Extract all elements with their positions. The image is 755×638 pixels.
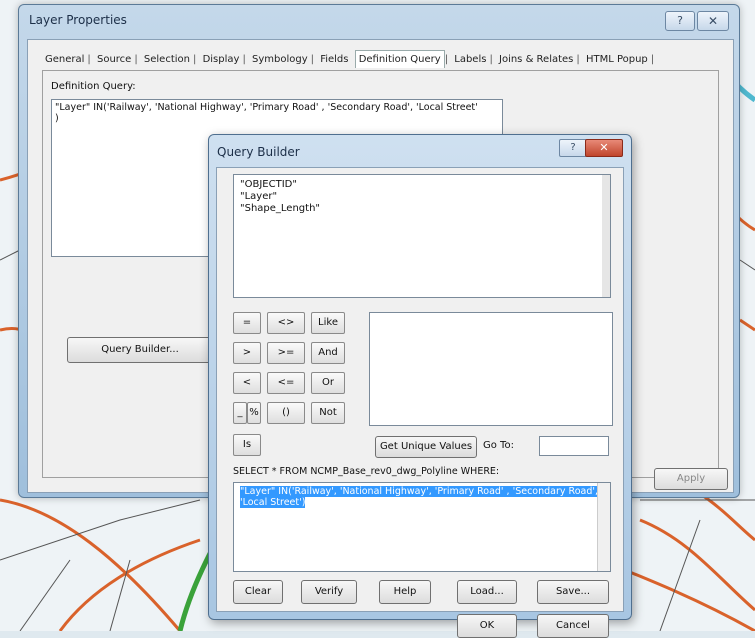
definition-query-label: Definition Query: [51,81,136,92]
operator-greater-button[interactable]: > [233,342,261,364]
definition-query-line-1: "Layer" IN('Railway', 'National Highway'… [55,102,478,113]
tab-definition-query[interactable]: Definition Query [354,50,445,68]
fields-list[interactable]: "OBJECTID" "Layer" "Shape_Length" [233,174,611,298]
query-builder-dialog: Query Builder ? ✕ "OBJECTID" "Layer" "Sh… [208,134,632,638]
field-item[interactable]: "Shape_Length" [240,203,610,215]
operator-equals-button[interactable]: = [233,312,261,334]
operator-percent-button[interactable]: % [247,402,261,424]
field-item[interactable]: "Layer" [240,191,610,203]
save-button[interactable]: Save... [537,580,609,604]
goto-input[interactable] [539,436,609,456]
query-builder-button[interactable]: Query Builder... [67,337,213,363]
layer-properties-title: Layer Properties [29,13,127,27]
unique-values-list[interactable] [369,312,613,426]
get-unique-values-button[interactable]: Get Unique Values [375,436,477,458]
tab-display[interactable]: Display [200,51,243,68]
query-builder-title: Query Builder [217,145,300,159]
operator-like-button[interactable]: Like [311,312,345,334]
operator-not-equal-button[interactable]: <> [267,312,305,334]
field-item[interactable]: "OBJECTID" [240,179,610,191]
tab-general[interactable]: General [42,51,87,68]
tab-source[interactable]: Source [94,51,134,68]
query-builder-body: "OBJECTID" "Layer" "Shape_Length" = <> L… [216,167,624,638]
tab-strip: General | Source | Selection | Display | Sym… [42,50,719,70]
fields-scrollbar[interactable] [602,175,610,297]
operator-less-button[interactable]: < [233,372,261,394]
tab-selection[interactable]: Selection [141,51,193,68]
verify-button[interactable]: Verify [301,580,357,604]
load-button[interactable]: Load... [457,580,517,604]
operator-not-button[interactable]: Not [311,402,345,424]
tab-symbology[interactable]: Symbology [249,51,311,68]
tab-joins-relates[interactable]: Joins & Relates [496,51,576,68]
tab-labels[interactable]: Labels [451,51,489,68]
ok-button[interactable]: OK [457,614,517,638]
tab-html-popup[interactable]: HTML Popup [583,51,651,68]
operator-greater-equal-button[interactable]: >= [267,342,305,364]
definition-query-line-2: ) [55,113,59,124]
operator-underscore-button[interactable]: _ [233,402,247,424]
where-clause-text: "Layer" IN('Railway', 'National Highway'… [240,486,599,508]
operator-parentheses-button[interactable]: () [267,402,305,424]
cancel-button[interactable]: Cancel [537,614,609,638]
operator-and-button[interactable]: And [311,342,345,364]
goto-label: Go To: [483,440,514,451]
help-button[interactable]: ? [665,11,695,31]
operator-or-button[interactable]: Or [311,372,345,394]
qb-help-button[interactable]: ? [559,139,587,157]
help-text-button[interactable]: Help [379,580,431,604]
select-statement-label: SELECT * FROM NCMP_Base_rev0_dwg_Polylin… [233,466,500,477]
where-scrollbar[interactable] [597,483,610,571]
tab-fields[interactable]: Fields [317,51,351,68]
operator-less-equal-button[interactable]: <= [267,372,305,394]
close-button[interactable]: ✕ [697,11,729,31]
qb-close-button[interactable]: ✕ [585,139,623,157]
where-clause-textarea[interactable]: "Layer" IN('Railway', 'National Highway'… [233,482,611,572]
apply-button[interactable]: Apply [654,468,728,490]
operator-is-button[interactable]: Is [233,434,261,456]
clear-button[interactable]: Clear [233,580,283,604]
